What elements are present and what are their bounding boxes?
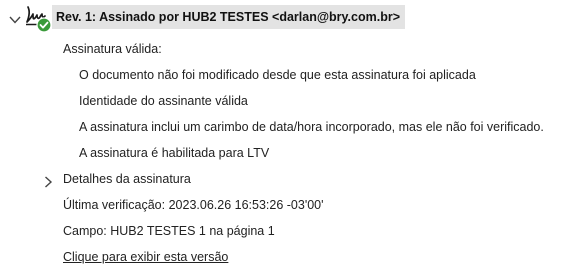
detail-not-modified: O documento não foi modificado desde que…	[79, 68, 476, 82]
detail-timestamp: A assinatura inclui um carimbo de data/h…	[79, 120, 544, 134]
signature-header-label: Rev. 1: Assinado por HUB2 TESTES <darlan…	[56, 10, 400, 24]
green-check-icon	[36, 17, 52, 33]
signature-pen-icon	[26, 6, 52, 33]
last-verification: Última verificação: 2023.06.26 16:53:26 …	[63, 198, 324, 212]
chevron-down-icon[interactable]	[8, 14, 22, 26]
view-version-link[interactable]: Clique para exibir esta versão	[63, 250, 228, 264]
signature-field: Campo: HUB2 TESTES 1 na página 1	[63, 224, 275, 238]
signature-details-toggle[interactable]: Detalhes da assinatura	[63, 172, 191, 186]
detail-ltv: A assinatura é habilitada para LTV	[79, 146, 270, 160]
chevron-right-icon[interactable]	[42, 175, 54, 189]
detail-identity-valid: Identidade do assinante válida	[79, 94, 248, 108]
validity-label: Assinatura válida:	[63, 42, 162, 56]
signature-header[interactable]: Rev. 1: Assinado por HUB2 TESTES <darlan…	[52, 5, 405, 29]
